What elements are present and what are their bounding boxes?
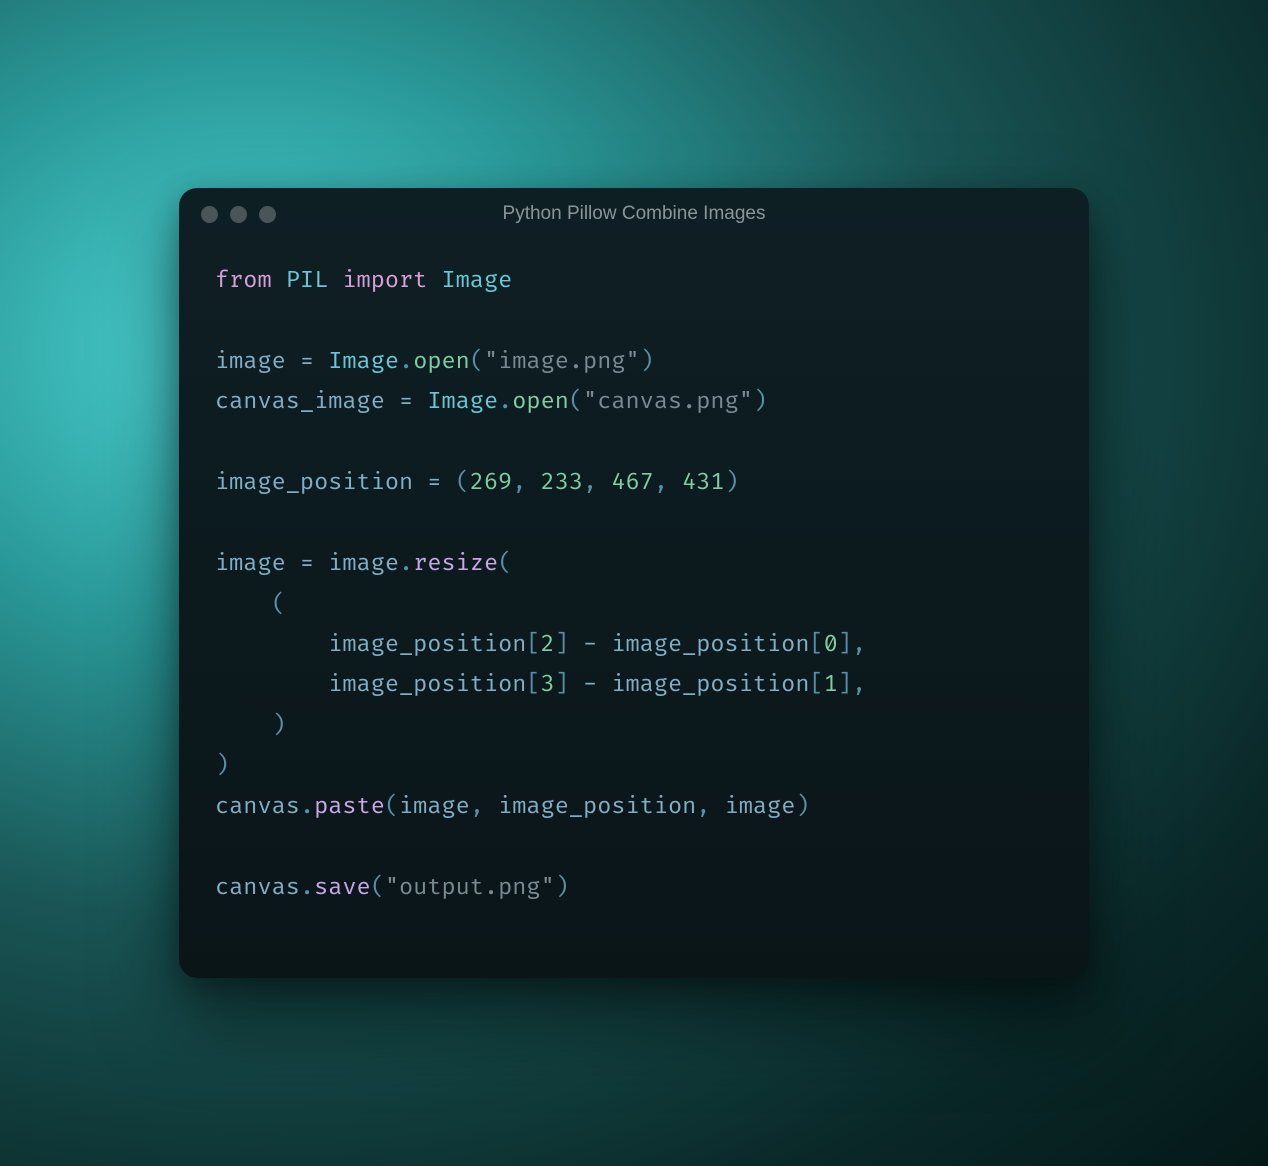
var-canvas-image: canvas_image — [215, 388, 385, 416]
paren-open: ( — [272, 591, 286, 619]
dot: . — [498, 388, 512, 416]
comma: , — [852, 631, 866, 659]
dot: . — [300, 874, 314, 902]
var-image-position: image_position — [328, 631, 526, 659]
bracket-close: ] — [838, 671, 852, 699]
paren-close: ) — [725, 469, 739, 497]
var-canvas: canvas — [215, 793, 300, 821]
arg-image: image — [399, 793, 470, 821]
comma: , — [654, 469, 682, 497]
assign: = — [385, 388, 427, 416]
paren-close: ) — [753, 388, 767, 416]
string-literal: "output.png" — [385, 874, 555, 902]
bracket-open: [ — [526, 671, 540, 699]
window-title: Python Pillow Combine Images — [179, 203, 1089, 225]
titlebar: Python Pillow Combine Images — [179, 188, 1089, 233]
assign: = — [286, 550, 328, 578]
bracket-close: ] — [555, 671, 569, 699]
dot: . — [300, 793, 314, 821]
bracket-open: [ — [809, 671, 823, 699]
number: 431 — [682, 469, 724, 497]
method-open: open — [512, 388, 569, 416]
paren-open: ( — [498, 550, 512, 578]
code-window: Python Pillow Combine Images from PIL im… — [179, 188, 1089, 979]
traffic-lights — [201, 206, 276, 223]
comma: , — [470, 793, 498, 821]
bracket-open: [ — [526, 631, 540, 659]
paren-close: ) — [555, 874, 569, 902]
assign: = — [286, 348, 328, 376]
indent — [215, 591, 272, 619]
paren-open: ( — [385, 793, 399, 821]
class-image: Image — [442, 267, 513, 295]
bracket-open: [ — [809, 631, 823, 659]
var-image: image — [215, 348, 286, 376]
operator-minus: - — [569, 631, 611, 659]
indent — [215, 631, 328, 659]
method-open: open — [413, 348, 470, 376]
number: 0 — [824, 631, 838, 659]
dot: . — [399, 550, 413, 578]
paren-close: ) — [640, 348, 654, 376]
close-icon[interactable] — [201, 206, 218, 223]
paren-open: ( — [371, 874, 385, 902]
code-editor[interactable]: from PIL import Image image = Image.open… — [179, 233, 1089, 929]
comma: , — [583, 469, 611, 497]
paren-close: ) — [272, 712, 286, 740]
paren-close: ) — [215, 752, 229, 780]
var-image-position: image_position — [611, 631, 809, 659]
method-resize: resize — [413, 550, 498, 578]
var-image: image — [215, 550, 286, 578]
module-pil: PIL — [286, 267, 328, 295]
arg-image-position: image_position — [498, 793, 696, 821]
number: 467 — [611, 469, 653, 497]
class-image: Image — [328, 348, 399, 376]
number: 269 — [470, 469, 512, 497]
minimize-icon[interactable] — [230, 206, 247, 223]
class-image: Image — [427, 388, 498, 416]
indent — [215, 671, 328, 699]
dot: . — [399, 348, 413, 376]
var-image-position: image_position — [611, 671, 809, 699]
var-image-position: image_position — [328, 671, 526, 699]
keyword-import: import — [342, 267, 427, 295]
maximize-icon[interactable] — [259, 206, 276, 223]
string-literal: "canvas.png" — [583, 388, 753, 416]
method-paste: paste — [314, 793, 385, 821]
number: 2 — [541, 631, 555, 659]
var-image: image — [328, 550, 399, 578]
number: 233 — [541, 469, 583, 497]
bracket-close: ] — [555, 631, 569, 659]
indent — [215, 712, 272, 740]
number: 1 — [824, 671, 838, 699]
keyword-from: from — [215, 267, 272, 295]
paren-open: ( — [569, 388, 583, 416]
arg-image: image — [725, 793, 796, 821]
paren-open: ( — [470, 348, 484, 376]
string-literal: "image.png" — [484, 348, 640, 376]
var-image-position: image_position — [215, 469, 413, 497]
assign: = — [413, 469, 455, 497]
number: 3 — [541, 671, 555, 699]
bracket-close: ] — [838, 631, 852, 659]
comma: , — [852, 671, 866, 699]
paren-close: ) — [795, 793, 809, 821]
var-canvas: canvas — [215, 874, 300, 902]
operator-minus: - — [569, 671, 611, 699]
comma: , — [512, 469, 540, 497]
method-save: save — [314, 874, 371, 902]
comma: , — [696, 793, 724, 821]
paren-open: ( — [456, 469, 470, 497]
